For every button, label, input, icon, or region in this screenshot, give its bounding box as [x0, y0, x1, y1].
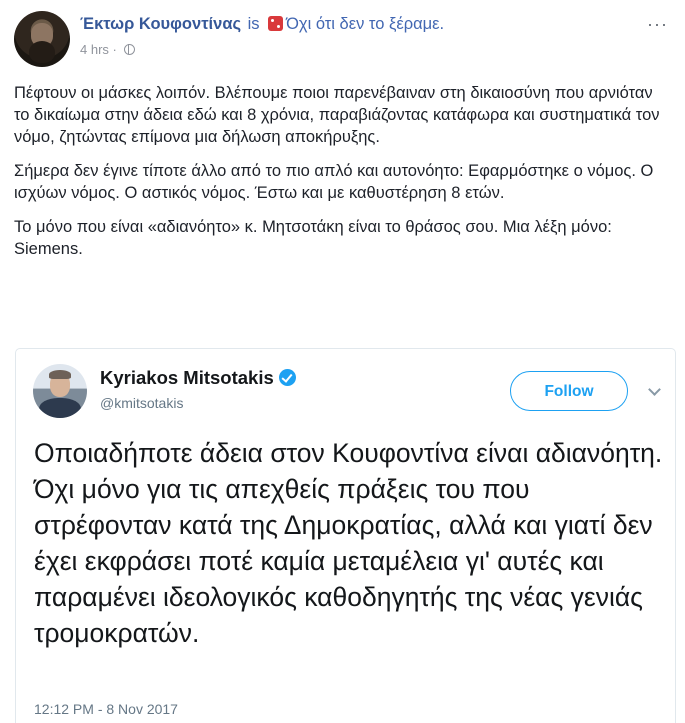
tweet-timestamp[interactable]: 12:12 PM - 8 Nov 2017 — [34, 701, 178, 717]
tweet-author-label[interactable]: Kyriakos Mitsotakis — [100, 367, 274, 388]
tweet-author-name[interactable]: Kyriakos Mitsotakis — [100, 367, 296, 389]
post-paragraph: Το μόνο που είναι «αδιανόητο» κ. Μητσοτά… — [14, 218, 612, 258]
is-text: is — [247, 15, 260, 33]
more-icon[interactable]: ··· — [647, 15, 668, 33]
facebook-post: Έκτωρ Κουφοντίνας is Όχι ότι δεν το ξέρα… — [0, 0, 685, 723]
author-line: Έκτωρ Κουφοντίνας is Όχι ότι δεν το ξέρα… — [80, 13, 444, 35]
tweet-handle[interactable]: @kmitsotakis — [100, 395, 183, 411]
avatar-hair — [49, 370, 71, 379]
follow-button[interactable]: Follow — [510, 371, 628, 411]
post-body: Πέφτουν οι μάσκες λοιπόν. Βλέπουμε ποιοι… — [14, 82, 664, 272]
post-paragraph: Πέφτουν οι μάσκες λοιπόν. Βλέπουμε ποιοι… — [14, 84, 660, 146]
post-header: Έκτωρ Κουφοντίνας is Όχι ότι δεν το ξέρα… — [14, 11, 674, 67]
avatar-suit — [39, 398, 81, 418]
post-time[interactable]: 4 hrs · — [80, 42, 117, 57]
post-meta: 4 hrs · — [80, 41, 136, 59]
chevron-down-icon[interactable] — [648, 383, 661, 396]
globe-icon[interactable] — [124, 44, 136, 55]
avatar-beard — [29, 41, 55, 63]
author-name[interactable]: Έκτωρ Κουφοντίνας — [80, 15, 241, 33]
verified-icon — [278, 369, 296, 386]
tweet-avatar[interactable] — [33, 364, 87, 418]
embedded-tweet[interactable]: Kyriakos Mitsotakis @kmitsotakis Follow … — [15, 348, 676, 723]
die-icon — [268, 16, 284, 31]
feeling-text[interactable]: Όχι ότι δεν το ξέραμε. — [286, 15, 444, 33]
tweet-text: Οποιαδήποτε άδεια στον Κουφοντίνα είναι … — [34, 438, 663, 648]
author-avatar[interactable] — [14, 11, 70, 67]
post-paragraph: Σήμερα δεν έγινε τίποτε άλλο από το πιο … — [14, 162, 654, 202]
